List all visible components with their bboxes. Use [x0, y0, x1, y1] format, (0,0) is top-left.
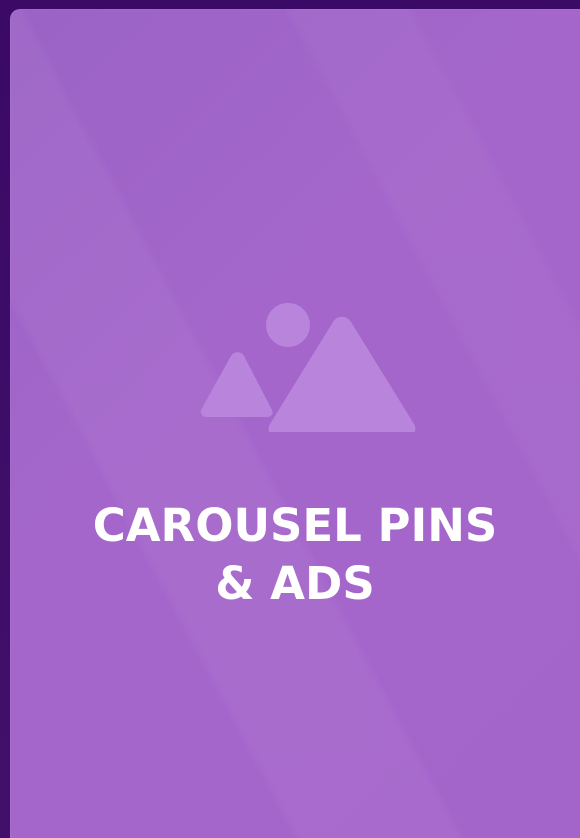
page: CAROUSEL PINS & ADS: [0, 0, 580, 838]
carousel-card[interactable]: CAROUSEL PINS & ADS: [10, 9, 580, 838]
card-title: CAROUSEL PINS & ADS: [10, 497, 580, 613]
image-placeholder-icon: [189, 296, 419, 432]
card-title-line-2: & ADS: [215, 557, 375, 610]
card-title-line-1: CAROUSEL PINS: [92, 499, 498, 552]
